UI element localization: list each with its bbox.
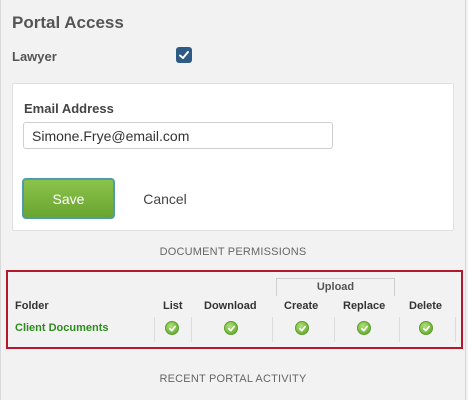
recent-activity-heading: RECENT PORTAL ACTIVITY — [159, 373, 307, 385]
email-label: Email Address — [24, 101, 114, 116]
column-divider — [272, 317, 273, 342]
permissions-table: Upload Folder List Download Create Repla… — [6, 270, 463, 349]
checkmark-icon — [360, 325, 368, 331]
page-title: Portal Access — [12, 13, 124, 32]
cancel-button[interactable]: Cancel — [133, 178, 197, 219]
column-header-delete: Delete — [409, 300, 443, 312]
email-field[interactable] — [23, 122, 333, 149]
column-header-list: List — [163, 300, 183, 312]
folder-link-client-documents[interactable]: Client Documents — [15, 322, 109, 334]
column-divider — [191, 317, 192, 342]
lawyer-label: Lawyer — [12, 49, 57, 64]
checkmark-icon — [168, 325, 176, 331]
create-permission-check-icon[interactable] — [295, 321, 309, 335]
column-header-download: Download — [204, 300, 257, 312]
column-divider — [154, 317, 155, 342]
upload-group-header: Upload — [276, 278, 395, 296]
list-permission-check-icon[interactable] — [165, 321, 179, 335]
checkmark-icon — [298, 325, 306, 331]
checkmark-icon — [179, 51, 189, 59]
checkmark-icon — [422, 325, 430, 331]
document-permissions-heading: DOCUMENT PERMISSIONS — [159, 246, 307, 258]
lawyer-checkbox[interactable] — [176, 47, 192, 63]
delete-permission-check-icon[interactable] — [419, 321, 433, 335]
frame-left-border — [0, 0, 1, 400]
save-button[interactable]: Save — [22, 178, 115, 219]
frame-right-border — [465, 0, 466, 400]
column-divider — [455, 317, 456, 342]
column-divider — [334, 317, 335, 342]
column-header-replace: Replace — [343, 300, 386, 312]
replace-permission-check-icon[interactable] — [357, 321, 371, 335]
download-permission-check-icon[interactable] — [224, 321, 238, 335]
column-divider — [399, 317, 400, 342]
email-form-card: Email Address Save Cancel — [12, 83, 454, 231]
column-header-create: Create — [284, 300, 319, 312]
column-header-folder: Folder — [15, 300, 49, 312]
checkmark-icon — [227, 325, 235, 331]
